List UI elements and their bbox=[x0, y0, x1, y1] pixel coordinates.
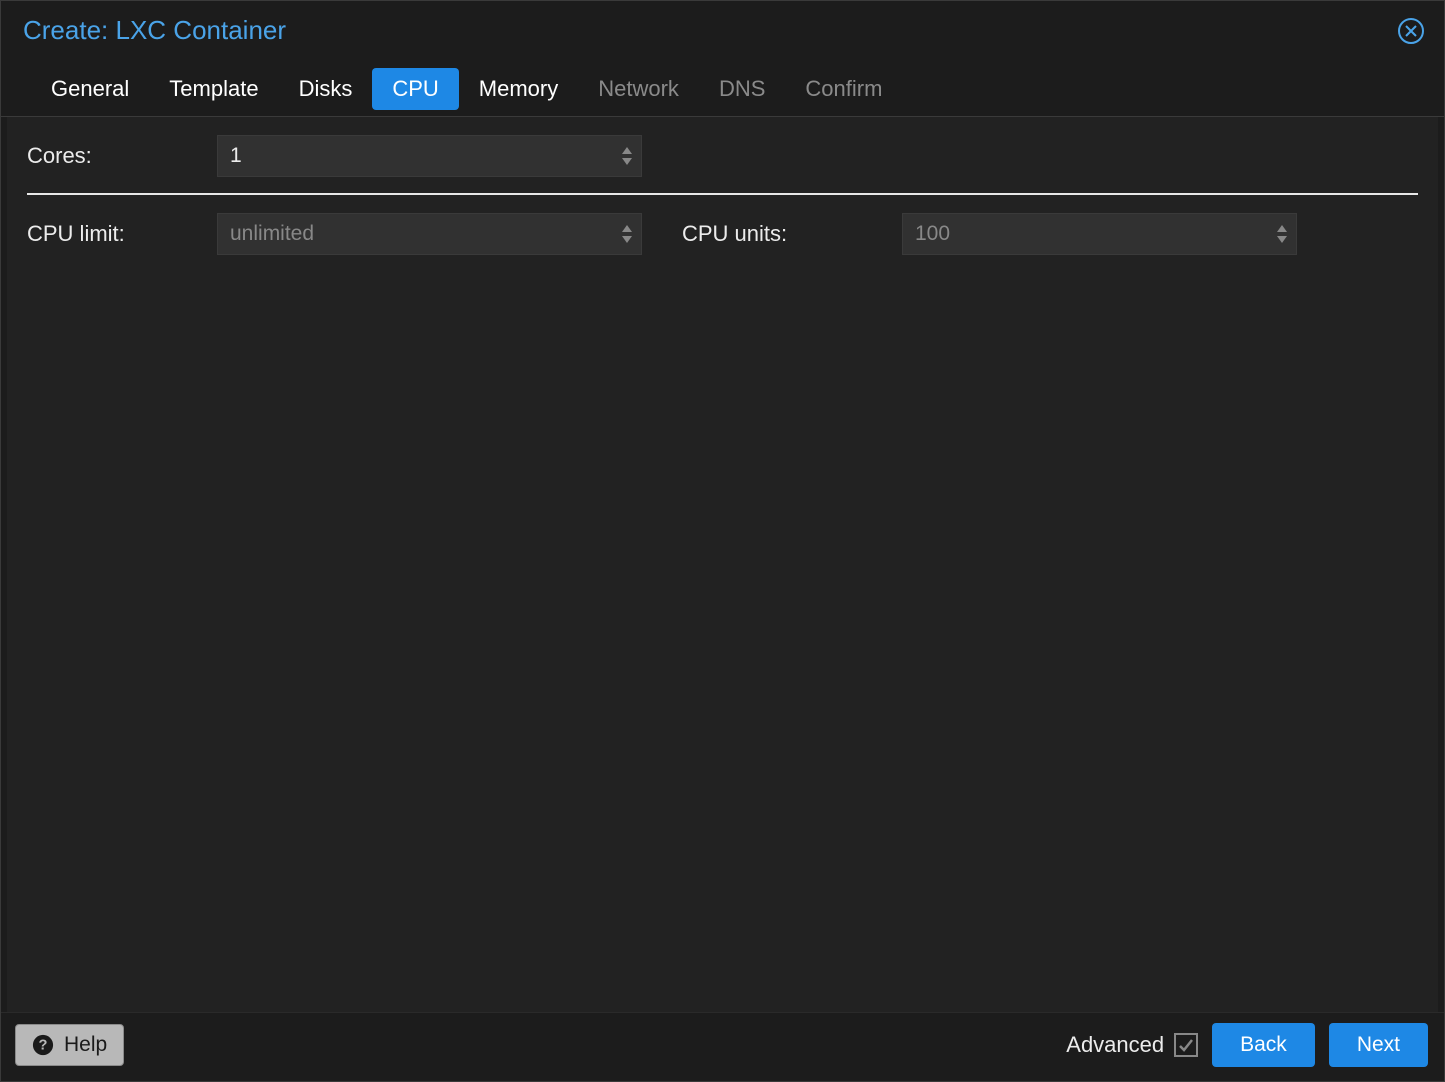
label-cpu-units: CPU units: bbox=[682, 221, 902, 247]
wizard-tabs: General Template Disks CPU Memory Networ… bbox=[1, 56, 1444, 117]
close-button[interactable] bbox=[1398, 18, 1424, 44]
help-label: Help bbox=[64, 1033, 107, 1057]
input-cpu-limit[interactable]: unlimited bbox=[217, 213, 642, 255]
tab-network: Network bbox=[578, 68, 699, 116]
svg-text:?: ? bbox=[39, 1038, 48, 1054]
stepper-icon bbox=[621, 147, 633, 165]
dialog-footer: ? Help Advanced Back Next bbox=[1, 1012, 1444, 1081]
input-cpu-units[interactable]: 100 bbox=[902, 213, 1297, 255]
label-cores: Cores: bbox=[27, 143, 217, 169]
advanced-label: Advanced bbox=[1066, 1032, 1164, 1058]
row-advanced-cpu: CPU limit: unlimited CPU units: 100 bbox=[27, 213, 1418, 255]
group-cores: Cores: 1 bbox=[27, 135, 642, 177]
label-cpu-limit: CPU limit: bbox=[27, 221, 217, 247]
tab-confirm: Confirm bbox=[785, 68, 902, 116]
help-button[interactable]: ? Help bbox=[15, 1024, 124, 1066]
tab-disks[interactable]: Disks bbox=[279, 68, 373, 116]
close-icon bbox=[1404, 24, 1418, 38]
help-icon: ? bbox=[32, 1034, 54, 1056]
stepper-icon bbox=[1276, 225, 1288, 243]
create-lxc-dialog: Create: LXC Container General Template D… bbox=[0, 0, 1445, 1082]
dialog-title: Create: LXC Container bbox=[23, 15, 286, 46]
tab-general[interactable]: General bbox=[31, 68, 149, 116]
row-cores: Cores: 1 bbox=[27, 135, 1418, 177]
input-cores[interactable]: 1 bbox=[217, 135, 642, 177]
tab-dns: DNS bbox=[699, 68, 785, 116]
advanced-checkbox[interactable] bbox=[1174, 1033, 1198, 1057]
cpu-panel: Cores: 1 CPU limit: unlimited bbox=[7, 117, 1438, 1012]
divider bbox=[27, 193, 1418, 195]
group-cpu-limit: CPU limit: unlimited bbox=[27, 213, 642, 255]
next-button[interactable]: Next bbox=[1329, 1023, 1428, 1067]
check-icon bbox=[1178, 1037, 1194, 1053]
value-cpu-limit: unlimited bbox=[230, 222, 314, 246]
title-bar: Create: LXC Container bbox=[1, 1, 1444, 56]
tab-template[interactable]: Template bbox=[149, 68, 278, 116]
group-cpu-units: CPU units: 100 bbox=[682, 213, 1297, 255]
stepper-icon bbox=[621, 225, 633, 243]
tab-cpu[interactable]: CPU bbox=[372, 68, 458, 110]
value-cpu-units: 100 bbox=[915, 222, 950, 246]
tab-memory[interactable]: Memory bbox=[459, 68, 578, 116]
value-cores: 1 bbox=[230, 144, 242, 168]
advanced-toggle: Advanced bbox=[1066, 1032, 1198, 1058]
back-button[interactable]: Back bbox=[1212, 1023, 1315, 1067]
